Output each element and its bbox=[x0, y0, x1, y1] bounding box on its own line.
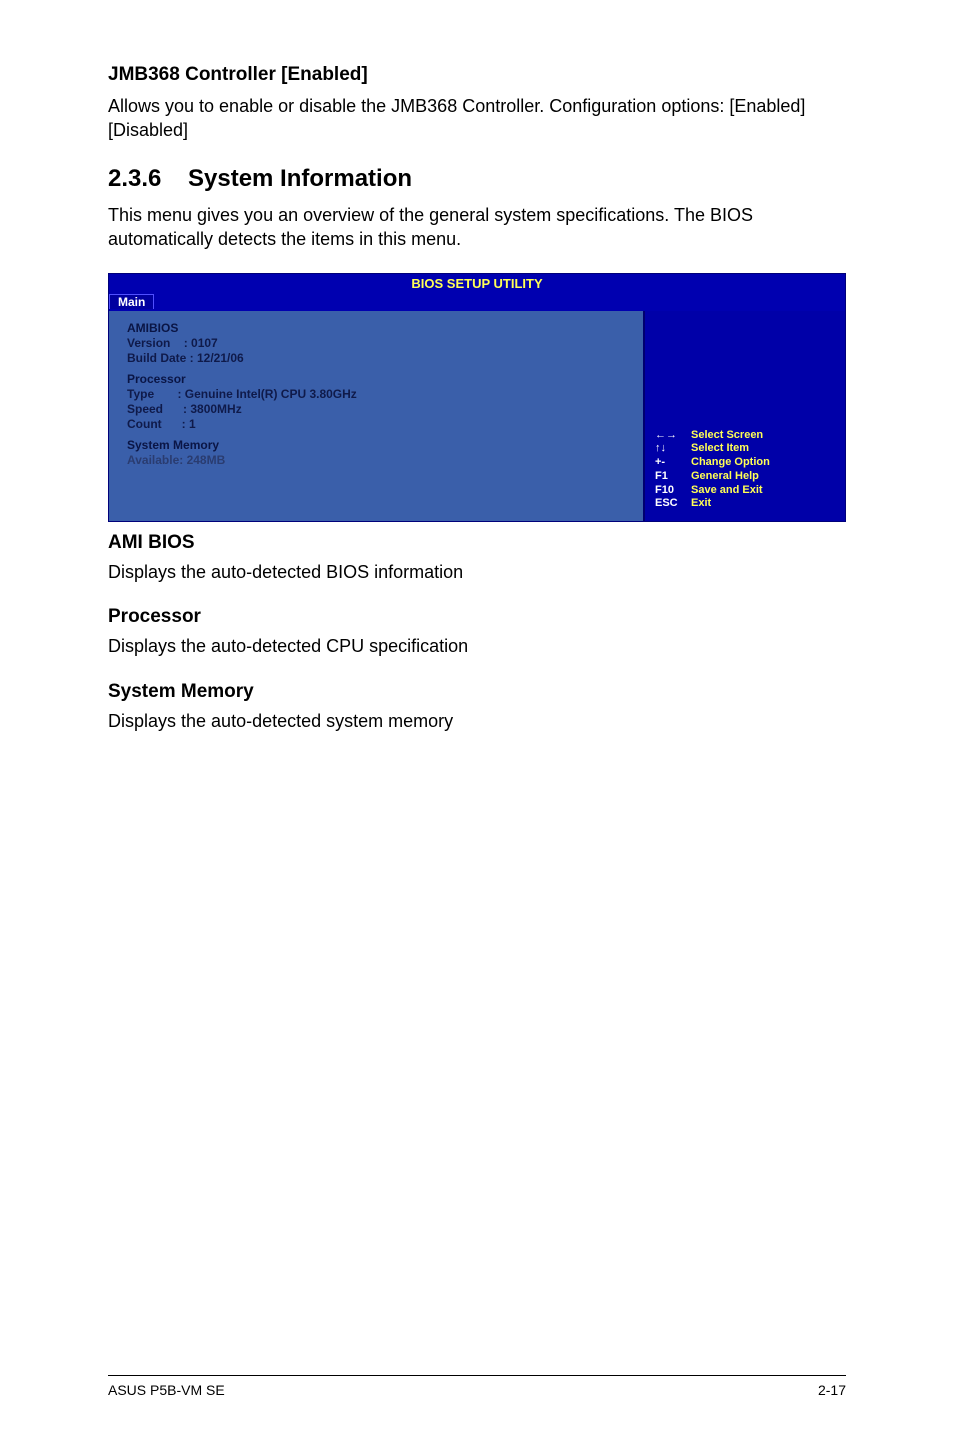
bios-legend: ←→Select Screen ↑↓Select Item +-Change O… bbox=[655, 429, 835, 512]
text-jmb368-body: Allows you to enable or disable the JMB3… bbox=[108, 94, 846, 143]
bios-legend-key: ESC bbox=[655, 497, 691, 511]
bios-tab-row: Main bbox=[109, 293, 845, 311]
bios-legend-row: +-Change Option bbox=[655, 456, 835, 470]
bios-legend-desc: Save and Exit bbox=[691, 484, 763, 496]
bios-legend-desc: Change Option bbox=[691, 456, 770, 468]
bios-heading-processor: Processor bbox=[127, 372, 629, 387]
text-system-information-body: This menu gives you an overview of the g… bbox=[108, 203, 846, 252]
text-processor-body: Displays the auto-detected CPU specifica… bbox=[108, 634, 846, 658]
heading-ami-bios: AMI BIOS bbox=[108, 532, 846, 554]
bios-screenshot: BIOS SETUP UTILITY Main AMIBIOS Version … bbox=[108, 273, 846, 522]
text-ami-bios-body: Displays the auto-detected BIOS informat… bbox=[108, 560, 846, 584]
text-system-memory-body: Displays the auto-detected system memory bbox=[108, 709, 846, 733]
heading-system-memory: System Memory bbox=[108, 681, 846, 703]
heading-processor: Processor bbox=[108, 606, 846, 628]
bios-line-version: Version : 0107 bbox=[127, 336, 629, 351]
bios-legend-key: ↑↓ bbox=[655, 442, 691, 456]
bios-line-cpu-type: Type : Genuine Intel(R) CPU 3.80GHz bbox=[127, 387, 629, 402]
bios-line-build-date: Build Date : 12/21/06 bbox=[127, 351, 629, 366]
bios-legend-key: ←→ bbox=[655, 429, 691, 443]
bios-legend-key: F1 bbox=[655, 470, 691, 484]
bios-legend-row: F1General Help bbox=[655, 470, 835, 484]
bios-body: AMIBIOS Version : 0107 Build Date : 12/2… bbox=[109, 311, 845, 521]
bios-heading-amibios: AMIBIOS bbox=[127, 321, 629, 336]
bios-line-cpu-speed: Speed : 3800MHz bbox=[127, 402, 629, 417]
footer-product: ASUS P5B-VM SE bbox=[108, 1382, 225, 1398]
bios-legend-row: ←→Select Screen bbox=[655, 429, 835, 443]
bios-line-memory-available: Available: 248MB bbox=[127, 453, 629, 468]
bios-left-panel: AMIBIOS Version : 0107 Build Date : 12/2… bbox=[109, 311, 645, 521]
bios-line-cpu-count: Count : 1 bbox=[127, 417, 629, 432]
heading-system-information: 2.3.6System Information bbox=[108, 165, 846, 193]
bios-right-panel: ←→Select Screen ↑↓Select Item +-Change O… bbox=[645, 311, 845, 521]
bios-legend-desc: Select Screen bbox=[691, 429, 763, 441]
heading-jmb368: JMB368 Controller [Enabled] bbox=[108, 64, 846, 86]
bios-legend-row: F10Save and Exit bbox=[655, 484, 835, 498]
heading-section-number: 2.3.6 bbox=[108, 165, 188, 193]
bios-title: BIOS SETUP UTILITY bbox=[109, 274, 845, 293]
bios-legend-row: ESCExit bbox=[655, 497, 835, 511]
bios-legend-key: +- bbox=[655, 456, 691, 470]
bios-legend-row: ↑↓Select Item bbox=[655, 442, 835, 456]
bios-legend-key: F10 bbox=[655, 484, 691, 498]
heading-section-title: System Information bbox=[188, 165, 412, 192]
bios-legend-desc: Select Item bbox=[691, 442, 749, 454]
footer-page-number: 2-17 bbox=[818, 1382, 846, 1398]
bios-tab-main[interactable]: Main bbox=[109, 294, 154, 309]
bios-legend-desc: General Help bbox=[691, 470, 759, 482]
bios-legend-desc: Exit bbox=[691, 497, 711, 509]
page-footer: ASUS P5B-VM SE 2-17 bbox=[108, 1375, 846, 1398]
bios-heading-system-memory: System Memory bbox=[127, 438, 629, 453]
